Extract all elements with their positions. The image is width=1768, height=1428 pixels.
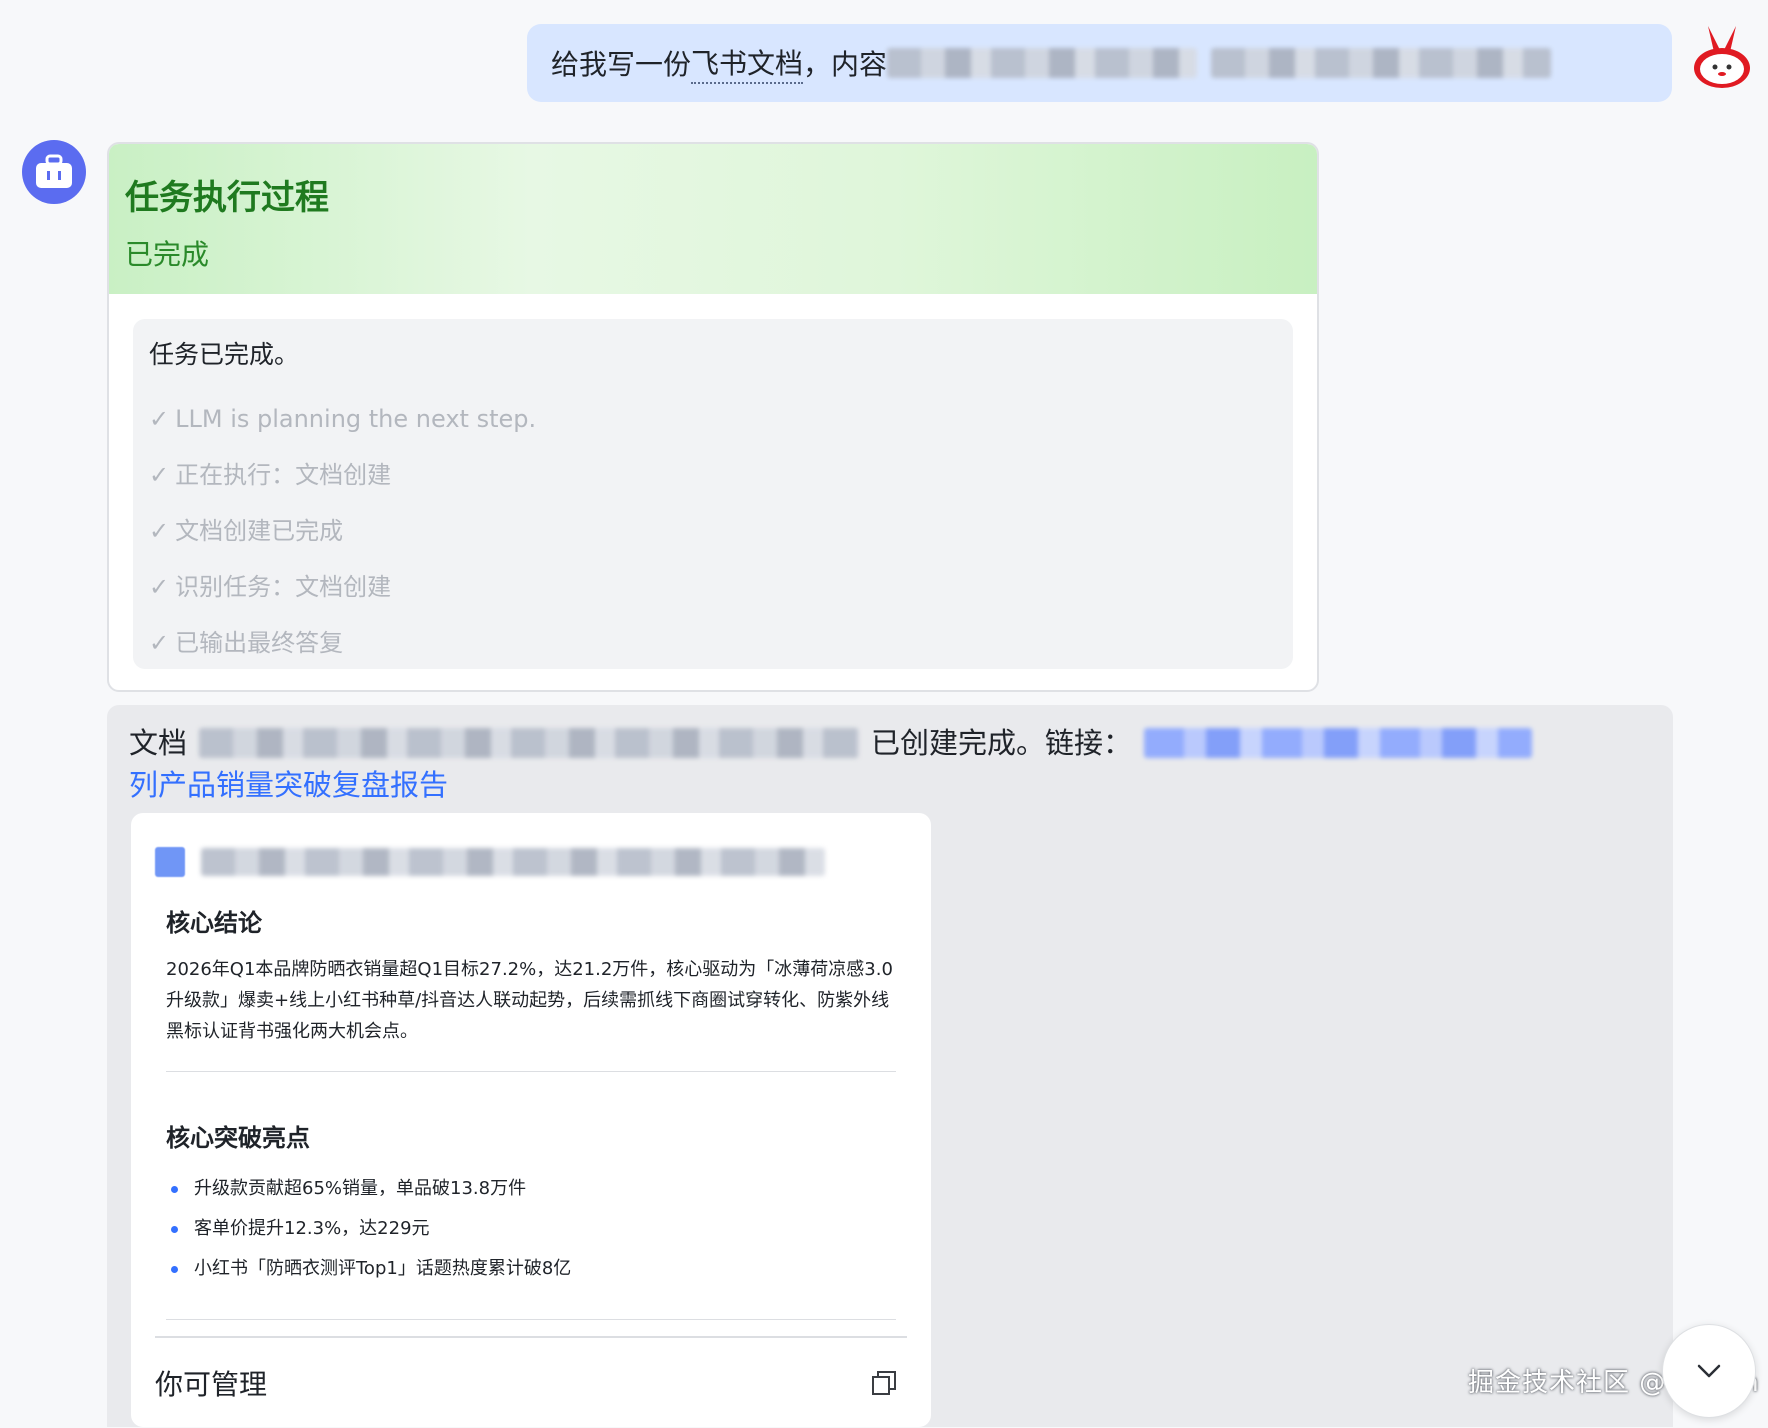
check-icon: ✓ [149, 573, 170, 601]
copy-icon[interactable] [871, 1370, 897, 1396]
task-process-card: 任务执行过程 已完成 任务已完成。 ✓ LLM is planning the n… [107, 142, 1319, 692]
redacted-text [887, 48, 1198, 78]
core-conclusion-paragraph: 2026年Q1本品牌防晒衣销量超Q1目标27.2%，达21.2万件，核心驱动为「… [166, 959, 893, 1042]
section-title-core-conclusion: 核心结论 [166, 909, 262, 937]
doc-card-footer: 你可管理 [155, 1336, 907, 1428]
user-message-bubble: 给我写一份 飞书文档 ，内容 [527, 24, 1672, 102]
task-title: 任务执行过程 [125, 178, 329, 218]
redacted-doc-name [199, 728, 860, 758]
list-item: 客单价提升12.3%，达229元 [166, 1209, 896, 1249]
divider [166, 1071, 896, 1072]
divider [166, 1319, 896, 1320]
task-card-header[interactable]: 任务执行过程 已完成 [109, 144, 1317, 294]
step-item: ✓ 文档创建已完成 [149, 517, 344, 545]
redacted-doc-link[interactable] [1144, 728, 1533, 758]
list-item: 小红书「防晒衣测评Top1」话题热度累计破8亿 [166, 1249, 896, 1289]
doc-preview-content: 核心结论 2026年Q1本品牌防晒衣销量超Q1目标27.2%，达21.2万件，核… [166, 903, 896, 1320]
user-avatar[interactable] [1690, 22, 1754, 92]
section-title-highlights: 核心突破亮点 [166, 1124, 310, 1152]
task-done-text: 任务已完成。 [149, 340, 300, 369]
doc-link-tail[interactable]: 列产品销量突破复盘报告 [129, 765, 448, 805]
bot-avatar[interactable] [22, 140, 86, 204]
result-summary-line: 文档 已创建完成。链接： [129, 723, 1659, 763]
created-text: 已创建完成。链接： [871, 726, 1133, 760]
user-message-link[interactable]: 飞书文档 [691, 42, 804, 84]
briefcase-icon [36, 154, 72, 188]
check-icon: ✓ [149, 405, 170, 433]
redacted-text [1211, 48, 1552, 78]
redacted-doc-title [201, 848, 825, 876]
task-status: 已完成 [125, 238, 210, 271]
chevron-down-icon [1697, 1364, 1721, 1378]
check-icon: ✓ [149, 629, 170, 657]
doc-preview-header [155, 847, 825, 877]
list-item: 升级款贡献超65%销量，单品破13.8万件 [166, 1169, 896, 1209]
check-icon: ✓ [149, 461, 170, 489]
task-steps-panel: 任务已完成。 ✓ LLM is planning the next step. ✓… [133, 319, 1293, 669]
permission-label[interactable]: 你可管理 [155, 1363, 267, 1403]
rabbit-avatar-icon [1694, 26, 1750, 88]
step-item: ✓ 识别任务：文档创建 [149, 573, 392, 601]
doc-preview-card[interactable]: 核心结论 2026年Q1本品牌防晒衣销量超Q1目标27.2%，达21.2万件，核… [131, 813, 931, 1427]
user-message-suffix: ，内容 [803, 48, 888, 81]
scroll-to-bottom-button[interactable] [1662, 1324, 1756, 1418]
step-item: ✓ LLM is planning the next step. [149, 405, 537, 433]
highlights-list: 升级款贡献超65%销量，单品破13.8万件 客单价提升12.3%，达229元 小… [166, 1169, 896, 1289]
bot-result-message: 文档 已创建完成。链接： 列产品销量突破复盘报告 核心结论 2026年Q1本品牌… [107, 705, 1673, 1427]
step-item: ✓ 已输出最终答复 [149, 629, 344, 657]
check-icon: ✓ [149, 517, 170, 545]
doc-label: 文档 [129, 726, 188, 760]
user-message-prefix: 给我写一份 [551, 48, 692, 81]
step-item: ✓ 正在执行：文档创建 [149, 461, 392, 489]
doc-file-icon [155, 847, 185, 877]
